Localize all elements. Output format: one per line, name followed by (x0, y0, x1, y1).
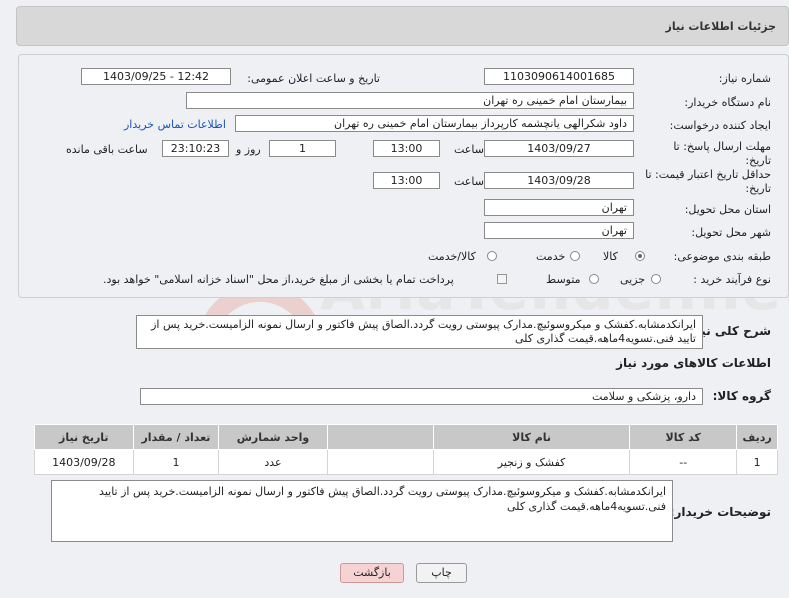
table-row[interactable]: 1403/09/28 1 عدد کفشک و زنجیر -- 1 (34, 449, 778, 475)
col-header-need-date: تاریخ نیاز (34, 424, 134, 450)
col-header-quantity: تعداد / مقدار (132, 424, 220, 450)
remaining-time-label: ساعت باقی مانده (66, 143, 148, 156)
col-header-unit2 (326, 424, 435, 450)
cell-item-code: -- (629, 449, 738, 475)
category-option-service: خدمت (536, 250, 566, 263)
cell-need-date: 1403/09/28 (34, 449, 134, 475)
cell-quantity: 1 (132, 449, 220, 475)
validity-time-field[interactable]: 13:00 (373, 172, 440, 189)
province-label: استان محل تحویل: (684, 203, 771, 216)
city-field[interactable]: تهران (484, 222, 634, 239)
process-radio-minor[interactable] (651, 274, 661, 284)
page-header: جزئیات اطلاعات نیاز (16, 6, 789, 46)
goods-group-label: گروه کالا: (712, 389, 771, 403)
col-header-unit: واحد شمارش (218, 424, 328, 450)
creator-field[interactable]: داود شکرالهی یانچشمه کارپرداز بیمارستان … (235, 115, 634, 132)
cell-empty (326, 449, 435, 475)
creator-label: ایجاد کننده درخواست: (669, 119, 771, 132)
buyer-org-field[interactable]: بیمارستان امام خمینی ره تهران (186, 92, 634, 109)
category-radio-service[interactable] (570, 251, 580, 261)
category-radio-goods[interactable] (635, 251, 645, 261)
deadline-time-label: ساعت (454, 143, 484, 156)
contact-buyer-link[interactable]: اطلاعات تماس خریدار (124, 118, 226, 131)
process-label: نوع فرآیند خرید : (693, 273, 771, 286)
items-table: تاریخ نیاز تعداد / مقدار واحد شمارش نام … (34, 424, 778, 475)
province-field[interactable]: تهران (484, 199, 634, 216)
validity-label: حداقل تاریخ اعتبار قیمت: تا (645, 168, 771, 181)
days-remaining-field[interactable]: 1 (269, 140, 336, 157)
category-label: طبقه بندی موضوعی: (673, 250, 771, 263)
table-header-row: تاریخ نیاز تعداد / مقدار واحد شمارش نام … (34, 424, 778, 450)
goods-section-title: اطلاعات کالاهای مورد نیاز (616, 356, 771, 370)
goods-group-field[interactable]: دارو، پزشکی و سلامت (140, 388, 703, 405)
deadline-label-date: تاریخ: (745, 154, 771, 167)
category-radio-goods-service[interactable] (487, 251, 497, 261)
need-number-field[interactable]: 1103090614001685 (484, 68, 634, 85)
back-button[interactable]: بازگشت (340, 563, 404, 583)
remaining-time-field[interactable]: 23:10:23 (162, 140, 229, 157)
validity-time-label: ساعت (454, 175, 484, 188)
deadline-time-field[interactable]: 13:00 (373, 140, 440, 157)
print-button[interactable]: چاپ (416, 563, 467, 583)
buyer-notes-label: توضیحات خریدار: (669, 505, 771, 519)
need-number-label: شماره نیاز: (718, 72, 771, 85)
process-option-minor: جزیی (620, 273, 646, 286)
cell-row-number: 1 (736, 449, 778, 475)
cell-item-name: کفشک و زنجیر (433, 449, 631, 475)
announce-field[interactable]: 1403/09/25 - 12:42 (81, 68, 231, 85)
treasury-payment-note: پرداخت تمام یا بخشی از مبلغ خرید،از محل … (103, 273, 454, 286)
treasury-payment-checkbox[interactable] (497, 274, 507, 284)
deadline-date-field[interactable]: 1403/09/27 (484, 140, 634, 157)
category-option-goods-service: کالا/خدمت (428, 250, 476, 263)
page-title: جزئیات اطلاعات نیاز (665, 20, 777, 33)
col-header-item-code: کد کالا (629, 424, 738, 450)
description-textarea[interactable]: ایرانکدمشابه.کفشک و میکروسوئیچ.مدارک پیو… (136, 315, 703, 349)
process-radio-medium[interactable] (589, 274, 599, 284)
category-option-goods: کالا (603, 250, 618, 263)
col-header-item-name: نام کالا (433, 424, 631, 450)
announce-label: تاریخ و ساعت اعلان عمومی: (247, 72, 380, 85)
days-label: روز و (236, 143, 261, 156)
validity-label-date: تاریخ: (745, 182, 771, 195)
process-option-medium: متوسط (546, 273, 581, 286)
buyer-org-label: نام دستگاه خریدار: (684, 96, 771, 109)
city-label: شهر محل تحویل: (691, 226, 771, 239)
col-header-row: ردیف (736, 424, 778, 450)
validity-date-field[interactable]: 1403/09/28 (484, 172, 634, 189)
cell-unit: عدد (218, 449, 328, 475)
buyer-notes-textarea[interactable]: ایرانکدمشابه.کفشک و میکروسوئیچ.مدارک پیو… (51, 480, 673, 542)
deadline-label: مهلت ارسال پاسخ: تا (673, 140, 771, 153)
